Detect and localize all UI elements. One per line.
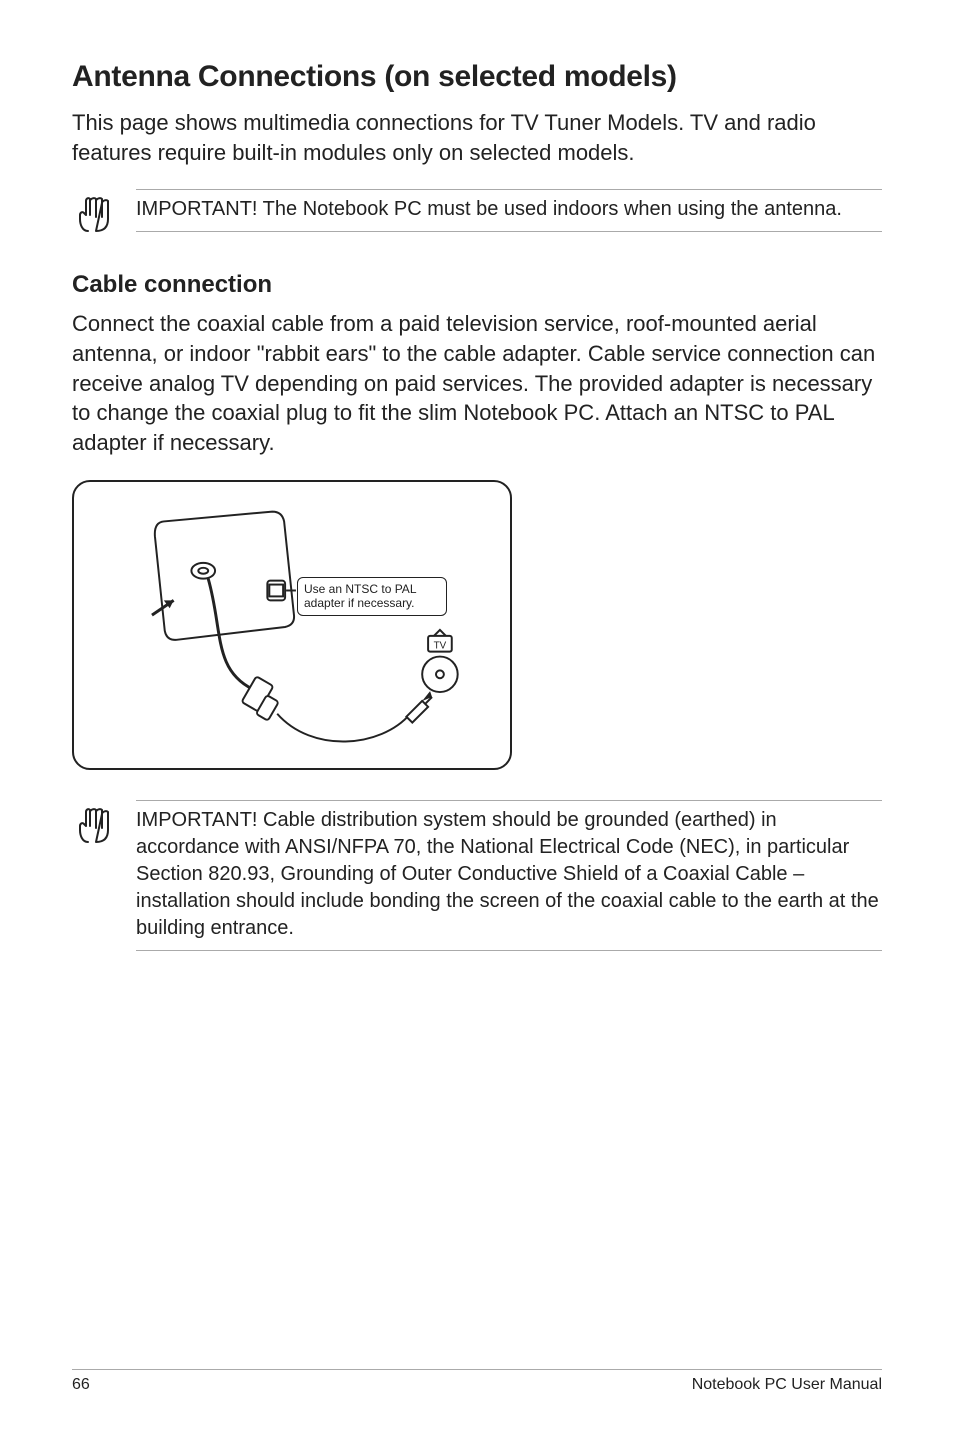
note-text-wrap: IMPORTANT! Cable distribution system sho…	[136, 800, 882, 951]
manual-title: Notebook PC User Manual	[692, 1376, 882, 1394]
page-title: Antenna Connections (on selected models)	[72, 60, 882, 94]
intro-paragraph: This page shows multimedia connections f…	[72, 108, 882, 167]
page-number: 66	[72, 1376, 90, 1394]
page-footer: 66 Notebook PC User Manual	[72, 1369, 882, 1394]
important-note-1: IMPORTANT! The Notebook PC must be used …	[72, 189, 882, 237]
cable-connection-paragraph: Connect the coaxial cable from a paid te…	[72, 309, 882, 457]
note-text-2: IMPORTANT! Cable distribution system sho…	[136, 807, 882, 942]
hand-icon	[72, 802, 118, 848]
note-text-wrap: IMPORTANT! The Notebook PC must be used …	[136, 189, 882, 232]
important-note-2: IMPORTANT! Cable distribution system sho…	[72, 800, 882, 951]
cable-connection-heading: Cable connection	[72, 271, 882, 299]
cable-connection-diagram: TV Use an NTSC to PAL adapter if necessa…	[72, 480, 512, 770]
hand-icon	[72, 191, 118, 237]
svg-text:TV: TV	[434, 640, 447, 651]
note-text-1: IMPORTANT! The Notebook PC must be used …	[136, 196, 882, 223]
adapter-label: Use an NTSC to PAL adapter if necessary.	[297, 577, 447, 616]
